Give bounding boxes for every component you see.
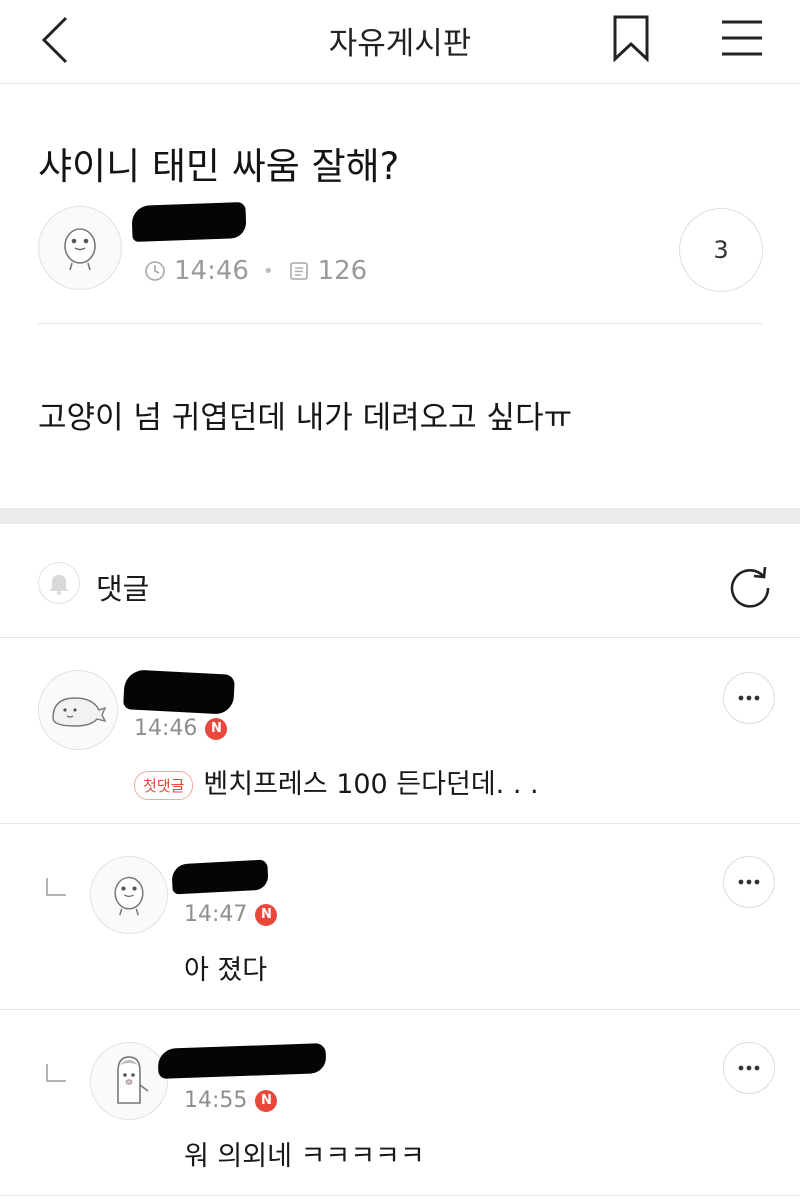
- comment-item: 14:46 N 첫댓글 벤치프레스 100 든다던데. . .: [0, 638, 800, 824]
- new-badge: N: [255, 1089, 278, 1112]
- comments-header: 댓글: [0, 524, 800, 638]
- commenter-avatar[interactable]: [90, 856, 168, 934]
- refresh-button[interactable]: [726, 562, 774, 610]
- hamburger-menu-icon: [722, 20, 762, 56]
- comment-time: 14:47: [184, 902, 248, 927]
- comments-label: 댓글: [96, 572, 150, 606]
- reply-item: 14:47 N 아 졌다: [0, 824, 800, 1010]
- more-dots-icon: [738, 695, 760, 701]
- section-separator: [0, 508, 800, 524]
- redacted-author-name: [131, 202, 247, 242]
- post-title: 샤이니 태민 싸움 잘해?: [38, 145, 400, 188]
- commenter-avatar[interactable]: [38, 670, 118, 750]
- meta-separator: •: [262, 260, 274, 282]
- reply-item: 14:55 N 워 의외네 ㅋㅋㅋㅋㅋ: [0, 1010, 800, 1196]
- comment-text-row: 첫댓글 벤치프레스 100 든다던데. . .: [134, 762, 539, 801]
- comment-more-button[interactable]: [723, 672, 775, 724]
- top-bar: 자유게시판: [0, 0, 800, 84]
- commenter-avatar[interactable]: [90, 1042, 168, 1120]
- first-comment-badge: 첫댓글: [134, 771, 194, 800]
- comment-more-button[interactable]: [723, 856, 775, 908]
- reply-indicator-icon: [46, 878, 66, 896]
- more-dots-icon: [738, 879, 760, 885]
- redacted-commenter-name: [171, 859, 269, 895]
- menu-button[interactable]: [720, 16, 764, 60]
- comment-text: 워 의외네 ㅋㅋㅋㅋㅋ: [184, 1141, 425, 1172]
- comment-text: 아 졌다: [184, 955, 268, 986]
- character-avatar-icon: [64, 228, 96, 271]
- penguin-avatar-icon: [117, 1056, 149, 1104]
- board-title: 자유게시판: [328, 26, 472, 62]
- comment-time-row: 14:55 N: [184, 1088, 278, 1113]
- comment-time-row: 14:46 N: [134, 716, 228, 741]
- character-avatar-icon: [114, 876, 144, 916]
- bell-icon: [50, 575, 68, 595]
- redacted-commenter-name: [123, 669, 235, 715]
- new-badge: N: [255, 903, 278, 926]
- comment-count-button[interactable]: 3: [679, 208, 763, 292]
- comment-more-button[interactable]: [723, 1042, 775, 1094]
- bookmark-icon: [613, 15, 649, 63]
- comment-time-row: 14:47 N: [184, 902, 278, 927]
- reply-indicator-icon: [46, 1064, 66, 1082]
- post-body: 고양이 넘 귀엽던데 내가 데려오고 싶다ㅠ: [38, 400, 573, 436]
- animal-avatar-icon: [52, 697, 107, 727]
- post-time: 14:46: [174, 256, 249, 286]
- bookmark-button[interactable]: [610, 14, 652, 63]
- notification-toggle[interactable]: [38, 562, 80, 604]
- comment-text: 벤치프레스 100 든다던데. . .: [203, 769, 539, 800]
- author-avatar[interactable]: [38, 206, 122, 290]
- new-badge: N: [205, 717, 228, 740]
- view-count-icon: [289, 262, 308, 280]
- more-dots-icon: [738, 1065, 760, 1071]
- comment-time: 14:46: [134, 716, 198, 741]
- divider: [38, 323, 762, 324]
- post-meta: 14:46 • 126: [144, 254, 367, 288]
- post-views: 126: [317, 256, 368, 286]
- redacted-commenter-name: [157, 1043, 327, 1079]
- comment-time: 14:55: [184, 1088, 248, 1113]
- clock-icon: [145, 261, 165, 281]
- refresh-icon: [730, 566, 770, 608]
